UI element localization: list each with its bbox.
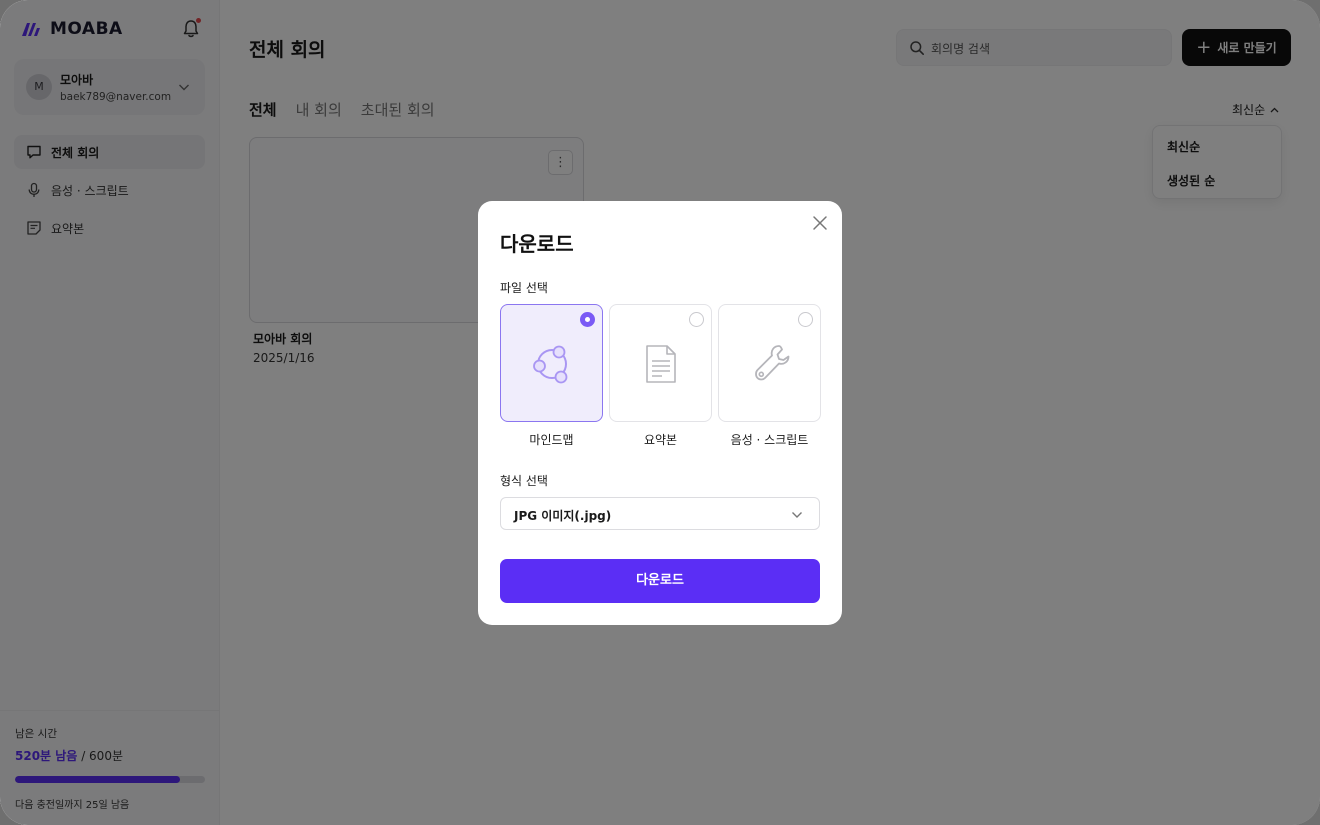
- file-select-label: 파일 선택: [500, 281, 548, 295]
- dialog-title: 다운로드: [500, 232, 574, 256]
- close-icon[interactable]: [812, 215, 828, 231]
- file-option-label: 마인드맵: [529, 433, 574, 447]
- format-select-value: JPG 이미지(.jpg): [514, 509, 612, 523]
- radio-unselected[interactable]: [798, 312, 813, 327]
- format-select-label: 형식 선택: [500, 474, 548, 488]
- file-option-label: 음성 · 스크립트: [730, 433, 809, 447]
- download-dialog: 다운로드 파일 선택 마인드맵 요약본 음성 · 스크립트 형식 선택 JPG …: [478, 201, 842, 625]
- wrench-icon: [755, 345, 790, 381]
- document-icon: [646, 345, 676, 383]
- radio-selected[interactable]: [580, 312, 595, 327]
- file-option-summary[interactable]: [609, 304, 712, 422]
- app-window: MOABA M 모아바 baek789@naver.com 전체 회의: [0, 0, 1320, 825]
- download-button[interactable]: 다운로드: [500, 559, 820, 603]
- file-option-voice-script[interactable]: [718, 304, 821, 422]
- chevron-down-icon: [792, 512, 802, 518]
- file-option-label: 요약본: [643, 433, 678, 447]
- radio-unselected[interactable]: [689, 312, 704, 327]
- file-option-mindmap[interactable]: [500, 304, 603, 422]
- format-select[interactable]: JPG 이미지(.jpg): [500, 497, 820, 530]
- mindmap-icon: [533, 345, 568, 384]
